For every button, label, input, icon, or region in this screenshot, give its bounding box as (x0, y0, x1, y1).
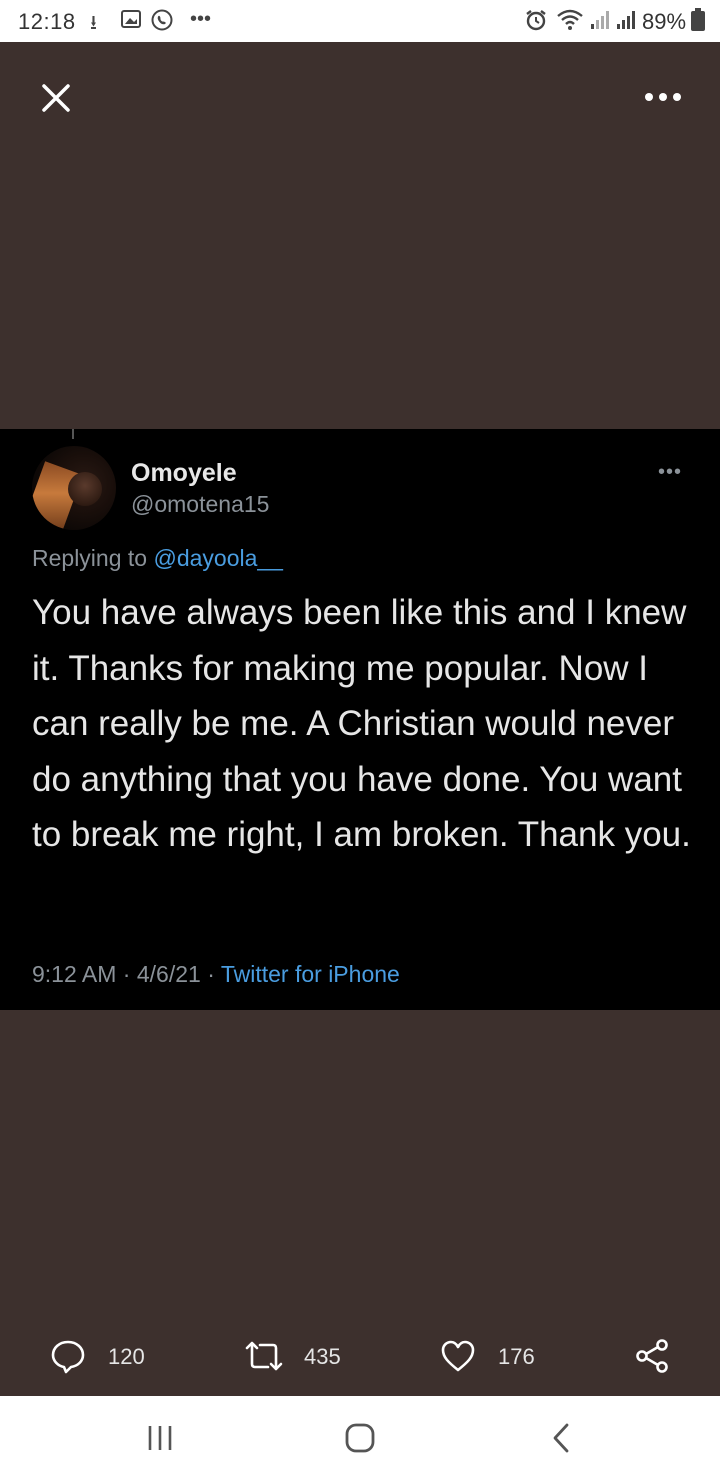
avatar-face (68, 472, 102, 506)
retweet-count: 435 (304, 1344, 341, 1369)
status-bar: 12:18 ⭳ ••• 89% (0, 0, 720, 42)
media-viewer-top-bar (0, 42, 720, 152)
share-icon (636, 1339, 668, 1373)
tweet-meta: 9:12 AM · 4/6/21 · Twitter for iPhone (32, 961, 400, 988)
recent-apps-icon (148, 1426, 172, 1450)
image-icon (120, 8, 142, 36)
download-icon: ⭳ (90, 12, 97, 34)
tweet-actions-bar: 120 435 176 (0, 1320, 720, 1390)
home-icon (345, 1423, 375, 1453)
status-time: 12:18 (18, 9, 76, 34)
tweet-date: 4/6/21 (136, 961, 201, 987)
close-icon (42, 84, 70, 112)
battery-percentage: 89% (642, 9, 687, 34)
retweet-icon (245, 1341, 283, 1371)
display-name: Omoyele (131, 459, 237, 487)
reply-mention: @dayoola__ (153, 545, 283, 571)
signal-icon (614, 8, 638, 38)
home-button[interactable] (340, 1420, 380, 1456)
whatsapp-icon (150, 8, 174, 38)
more-horizontal-icon (645, 93, 681, 101)
reply-icon (51, 1340, 85, 1374)
tweet-text: You have always been like this and I kne… (32, 593, 691, 854)
meta-separator: · (122, 961, 131, 987)
meta-separator: · (207, 961, 215, 987)
tweet-time: 9:12 AM (32, 961, 117, 987)
more-options-button[interactable] (640, 84, 686, 110)
tweet-source: Twitter for iPhone (220, 961, 400, 987)
back-button[interactable] (542, 1420, 582, 1456)
avatar (32, 446, 116, 530)
back-icon (553, 1423, 569, 1453)
signal-icon (588, 8, 612, 38)
like-count: 176 (498, 1344, 535, 1369)
alarm-icon (524, 8, 548, 38)
reply-count: 120 (108, 1344, 145, 1369)
like-button[interactable]: 176 (440, 1338, 550, 1374)
heart-icon (441, 1340, 475, 1372)
replying-to-line: Replying to @dayoola__ (32, 545, 283, 572)
replying-prefix: Replying to (32, 545, 148, 571)
more-dots-icon: ••• (190, 8, 212, 30)
share-button[interactable] (634, 1338, 674, 1374)
thread-line (72, 429, 74, 439)
retweet-button[interactable]: 435 (244, 1338, 354, 1374)
tweet-more-icon: ••• (658, 461, 683, 483)
recent-apps-button[interactable] (140, 1420, 180, 1456)
system-navigation-bar (0, 1396, 720, 1480)
close-button[interactable] (38, 80, 74, 116)
tweet-image[interactable]: Omoyele @omotena15 ••• Replying to @dayo… (0, 429, 720, 1010)
battery-icon (691, 8, 705, 31)
reply-button[interactable]: 120 (50, 1338, 160, 1374)
user-handle: @omotena15 (131, 491, 270, 517)
wifi-icon (556, 8, 584, 38)
